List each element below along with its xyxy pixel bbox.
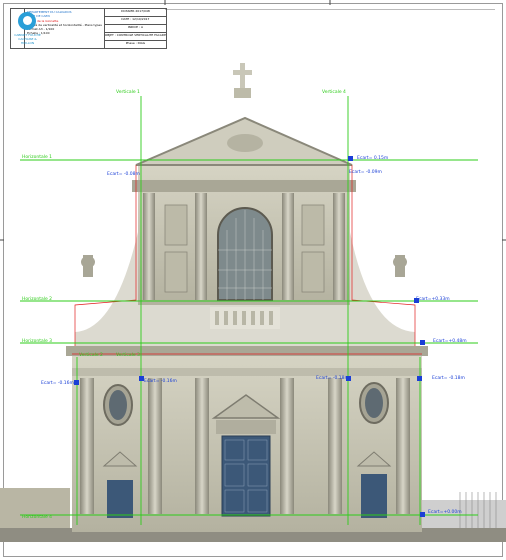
central-lintel bbox=[216, 420, 276, 434]
ecart-label-10: Ecart=+0.00m bbox=[428, 509, 462, 515]
ecart-label-3: Ecart= -0.09m bbox=[349, 169, 382, 175]
vertical-2-label: Verticale 2 bbox=[79, 352, 103, 358]
ecart-label-8: Ecart= -0.18m bbox=[316, 375, 349, 381]
vertical-3-label: Verticale 3 bbox=[116, 352, 140, 358]
central-door bbox=[221, 435, 271, 517]
ecart-label-1: Ecart= -0.08m bbox=[107, 171, 140, 177]
horizontal-2-label: Horizontale 2 bbox=[22, 296, 52, 302]
right-finial bbox=[393, 255, 407, 277]
left-door bbox=[107, 480, 133, 518]
vertical-1-label: Verticale 1 bbox=[116, 89, 140, 95]
pediment-ornament bbox=[227, 134, 263, 152]
ecart-label-2: Ecart= 0.15m bbox=[357, 155, 388, 161]
left-finial bbox=[81, 255, 95, 277]
ecart-label-5: Ecart=+0.48m bbox=[433, 338, 467, 344]
left-oculus-glass bbox=[109, 390, 127, 420]
ecart-label-4: Ecart=+0.33m bbox=[416, 296, 450, 302]
facade-elevation: Verticale 1 Verticale 4 Verticale 2 Vert… bbox=[0, 0, 506, 542]
horizontal-3-label: Horizontale 3 bbox=[22, 338, 52, 344]
horizontal-4-label: Horizontale 4 bbox=[22, 514, 52, 520]
vertical-4-label: Verticale 4 bbox=[322, 89, 346, 95]
right-door bbox=[361, 474, 387, 518]
cross-icon bbox=[233, 63, 252, 98]
lower-frieze bbox=[72, 368, 422, 376]
ecart-label-9: Ecart= -0.18m bbox=[432, 375, 465, 381]
horizontal-1-label: Horizontale 1 bbox=[22, 154, 52, 160]
ecart-label-7: Ecart= -0.16m bbox=[144, 378, 177, 384]
ecart-label-6: Ecart= -0.16m bbox=[41, 380, 74, 386]
right-oculus-glass bbox=[365, 388, 383, 418]
upper-entablature bbox=[132, 180, 356, 192]
left-side-wall bbox=[0, 488, 70, 528]
